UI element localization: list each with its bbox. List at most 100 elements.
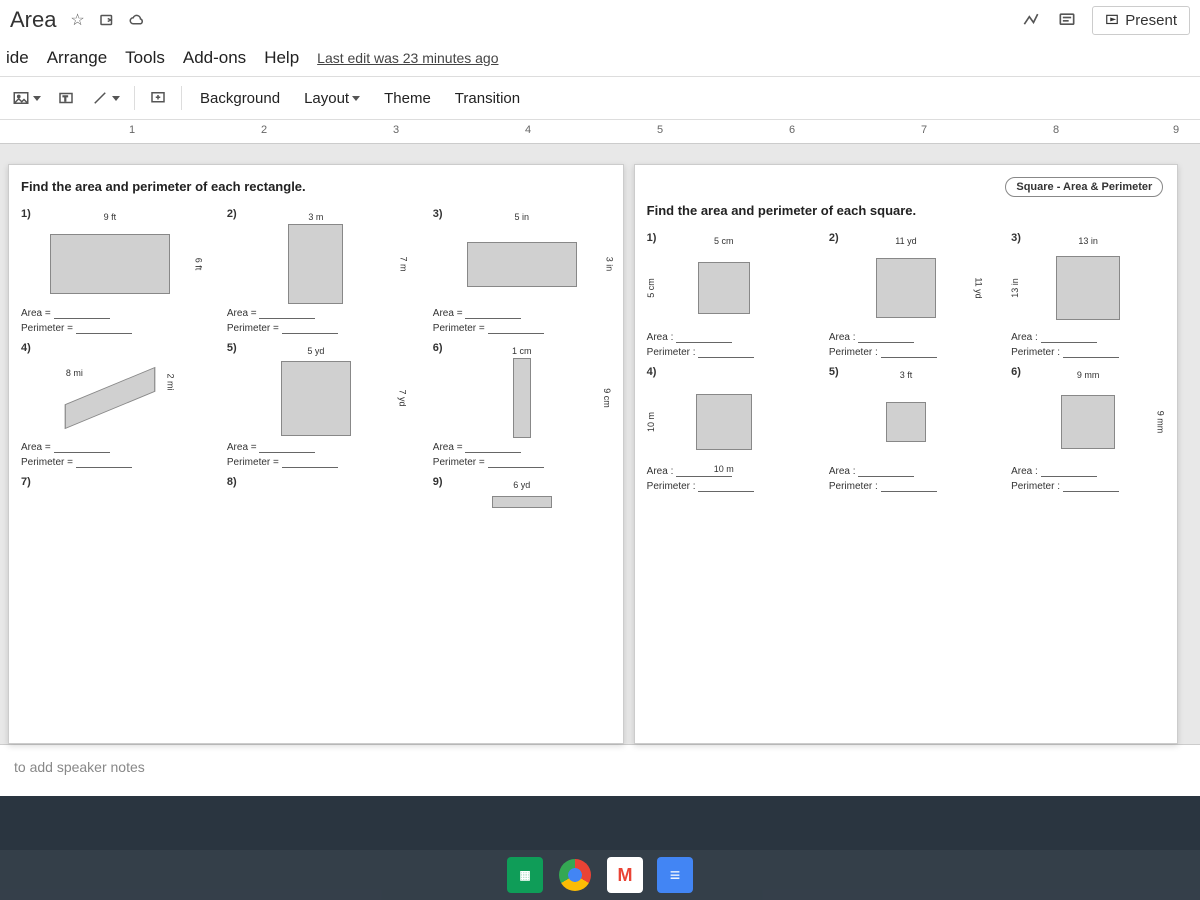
area-input[interactable] xyxy=(1041,332,1097,343)
star-icon[interactable]: ☆ xyxy=(68,11,86,29)
perimeter-input[interactable] xyxy=(76,457,132,468)
dim-label: 11 yd xyxy=(895,236,916,246)
area-input[interactable] xyxy=(858,466,914,477)
line-button[interactable] xyxy=(85,83,126,113)
taskbar-chrome-icon[interactable] xyxy=(557,857,593,893)
perimeter-input[interactable] xyxy=(881,347,937,358)
image-insert-button[interactable] xyxy=(6,83,47,113)
perimeter-input[interactable] xyxy=(76,323,132,334)
menu-tools[interactable]: Tools xyxy=(125,48,165,68)
problem-number: 8) xyxy=(227,476,405,488)
perimeter-input[interactable] xyxy=(698,347,754,358)
comments-icon[interactable] xyxy=(1056,9,1078,31)
area-label: Area : xyxy=(829,466,856,477)
area-input[interactable] xyxy=(465,308,521,319)
area-input[interactable] xyxy=(259,308,315,319)
layout-button[interactable]: Layout xyxy=(294,83,370,113)
menu-bar: ide Arrange Tools Add-ons Help Last edit… xyxy=(0,40,1200,76)
eq: = xyxy=(479,323,485,334)
area-label: Area xyxy=(433,308,454,319)
menu-slide[interactable]: ide xyxy=(6,48,29,68)
area-input[interactable] xyxy=(858,332,914,343)
problem: 5) 3 ft Area : Perimeter : xyxy=(829,366,983,492)
dim-label: 11 yd xyxy=(973,277,983,298)
perimeter-input[interactable] xyxy=(698,481,754,492)
taskbar-sheets-icon[interactable]: ▦ xyxy=(507,857,543,893)
add-comment-button[interactable] xyxy=(143,83,173,113)
perimeter-label: Perimeter : xyxy=(647,481,696,492)
speaker-notes[interactable]: to add speaker notes xyxy=(0,744,1200,796)
dim-label: 7 yd xyxy=(397,389,407,406)
slide-rectangle-worksheet[interactable]: Find the area and perimeter of each rect… xyxy=(8,164,624,744)
perimeter-label: Perimeter xyxy=(227,457,270,468)
problem: 1) 9 ft 6 ft Area = Perimeter = xyxy=(21,208,199,334)
problem: 7) xyxy=(21,476,199,512)
dim-label: 5 cm xyxy=(645,278,655,298)
present-button[interactable]: Present xyxy=(1092,6,1190,35)
perimeter-input[interactable] xyxy=(488,323,544,334)
dim-label: 9 ft xyxy=(104,212,117,222)
menu-arrange[interactable]: Arrange xyxy=(47,48,107,68)
last-edit-link[interactable]: Last edit was 23 minutes ago xyxy=(317,50,498,66)
area-label: Area : xyxy=(647,466,674,477)
area-input[interactable] xyxy=(676,332,732,343)
textbox-button[interactable]: T xyxy=(51,83,81,113)
area-label: Area xyxy=(433,442,454,453)
transition-button[interactable]: Transition xyxy=(445,83,530,113)
area-input[interactable] xyxy=(465,442,521,453)
dim-label: 13 in xyxy=(1010,278,1020,298)
perimeter-label: Perimeter : xyxy=(829,481,878,492)
dim-label: 3 in xyxy=(604,257,614,272)
area-input[interactable] xyxy=(54,308,110,319)
perimeter-label: Perimeter : xyxy=(1011,481,1060,492)
area-input[interactable] xyxy=(259,442,315,453)
area-label: Area : xyxy=(829,332,856,343)
perimeter-input[interactable] xyxy=(282,457,338,468)
perimeter-input[interactable] xyxy=(1063,481,1119,492)
perimeter-input[interactable] xyxy=(282,323,338,334)
dim-label: 10 m xyxy=(714,464,734,474)
area-input[interactable] xyxy=(54,442,110,453)
slide-square-worksheet[interactable]: Square - Area & Perimeter Find the area … xyxy=(634,164,1179,744)
doc-title[interactable]: Area xyxy=(10,7,56,33)
dim-label: 8 mi xyxy=(66,368,83,378)
problem: 6) 1 cm 9 cm Area = Perimeter = xyxy=(433,342,611,468)
slide-heading: Find the area and perimeter of each rect… xyxy=(21,179,611,194)
layout-label: Layout xyxy=(304,90,349,107)
perimeter-label: Perimeter : xyxy=(829,347,878,358)
perimeter-input[interactable] xyxy=(881,481,937,492)
activity-icon[interactable] xyxy=(1020,9,1042,31)
menu-addons[interactable]: Add-ons xyxy=(183,48,246,68)
dim-label: 5 cm xyxy=(714,236,734,246)
perimeter-input[interactable] xyxy=(1063,347,1119,358)
area-label: Area xyxy=(227,442,248,453)
theme-button[interactable]: Theme xyxy=(374,83,441,113)
problem: 2) 3 m 7 m Area = Perimeter = xyxy=(227,208,405,334)
area-label: Area xyxy=(227,308,248,319)
slide-heading: Find the area and perimeter of each squa… xyxy=(647,203,1166,218)
canvas[interactable]: Find the area and perimeter of each rect… xyxy=(0,144,1200,744)
background-button[interactable]: Background xyxy=(190,83,290,113)
ruler: 1 2 3 4 5 6 7 8 9 xyxy=(0,120,1200,144)
problem: 8) xyxy=(227,476,405,512)
dim-label: 1 cm xyxy=(512,346,532,356)
perimeter-input[interactable] xyxy=(488,457,544,468)
eq: = xyxy=(479,457,485,468)
taskbar: ▦ M ≡ xyxy=(0,850,1200,900)
taskbar-gmail-icon[interactable]: M xyxy=(607,857,643,893)
menu-help[interactable]: Help xyxy=(264,48,299,68)
dim-label: 13 in xyxy=(1078,236,1098,246)
separator xyxy=(181,86,182,110)
area-input[interactable] xyxy=(1041,466,1097,477)
eq: = xyxy=(273,457,279,468)
taskbar-docs-icon[interactable]: ≡ xyxy=(657,857,693,893)
ruler-mark: 3 xyxy=(393,124,399,136)
move-icon[interactable] xyxy=(98,11,116,29)
dim-label: 5 yd xyxy=(307,346,324,356)
ruler-mark: 9 xyxy=(1173,124,1179,136)
perimeter-label: Perimeter xyxy=(433,457,476,468)
problem: 4) 8 mi 2 mi Area = Perimeter = xyxy=(21,342,199,468)
cloud-icon[interactable] xyxy=(128,11,146,29)
eq: = xyxy=(251,442,257,453)
problem: 1) 5 cm 5 cm Area : Perimeter : xyxy=(647,232,801,358)
